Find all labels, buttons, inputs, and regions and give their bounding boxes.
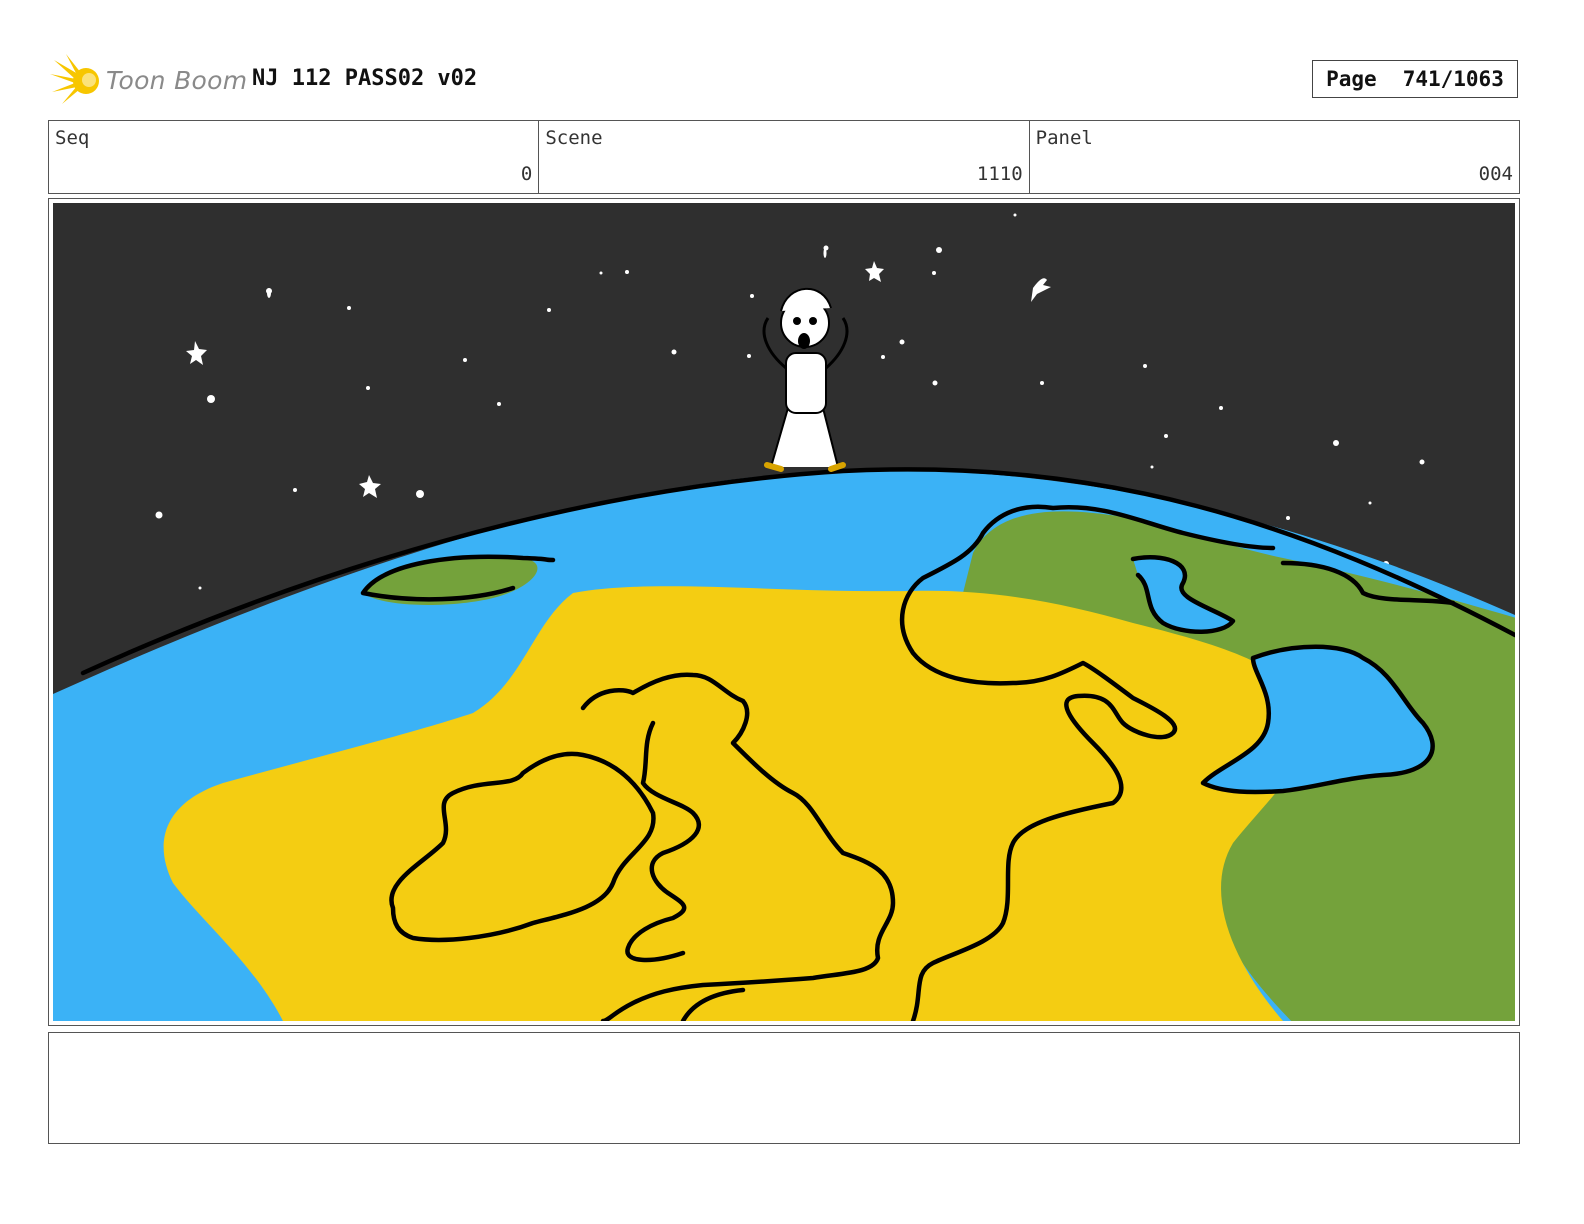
seq-cell: Seq 0 xyxy=(49,121,540,193)
scene-label: Scene xyxy=(545,127,603,149)
logo-text: Toon Boom xyxy=(106,65,248,95)
panel-value: 004 xyxy=(1478,163,1513,185)
page-indicator: Page 741/1063 xyxy=(1312,60,1518,98)
shot-info-row: Seq 0 Scene 1110 Panel 004 xyxy=(48,120,1520,194)
panel-cell: Panel 004 xyxy=(1030,121,1519,193)
scene-cell: Scene 1110 xyxy=(539,121,1030,193)
panel-label: Panel xyxy=(1035,127,1093,149)
seq-label: Seq xyxy=(55,127,90,149)
storyboard-panel xyxy=(48,198,1520,1026)
seq-value: 0 xyxy=(520,163,533,185)
panel-notes xyxy=(48,1032,1520,1144)
document-title: NJ 112 PASS02 v02 xyxy=(252,66,478,91)
toon-boom-logo: Toon Boom xyxy=(48,52,247,108)
page-label: Page xyxy=(1326,67,1377,91)
page-header: Toon Boom NJ 112 PASS02 v02 Page 741/106… xyxy=(48,48,1520,110)
scene-value: 1110 xyxy=(976,163,1023,185)
page-number: 741/1063 xyxy=(1402,67,1504,91)
starburst-icon xyxy=(50,54,99,104)
panel-illustration xyxy=(53,203,1515,1021)
